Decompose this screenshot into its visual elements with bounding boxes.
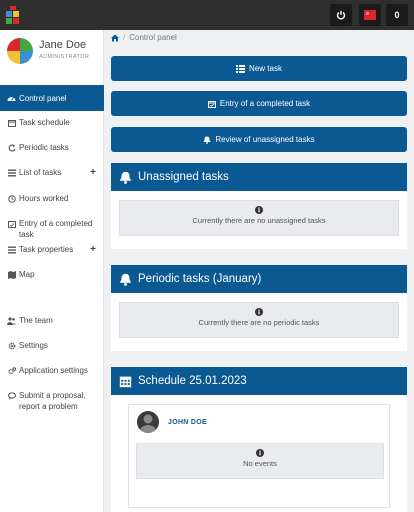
sidebar-item-map[interactable]: Map [0, 269, 104, 280]
review-unassigned-tasks-button[interactable]: Review of unassigned tasks [111, 127, 407, 152]
info-icon [255, 308, 263, 316]
sidebar-item-entry-completed-task[interactable]: Entry of a completed task [0, 218, 100, 240]
user-role: ADMINISTRATOR [39, 54, 90, 60]
sidebar-item-the-team[interactable]: The team [0, 315, 104, 326]
entry-completed-task-button[interactable]: Entry of a completed task [111, 91, 407, 116]
new-task-button[interactable]: New task [111, 56, 407, 81]
refresh-icon [7, 143, 16, 152]
list-icon [7, 245, 16, 254]
bell-icon [119, 171, 132, 184]
info-icon [255, 206, 263, 214]
expand-icon[interactable]: + [90, 244, 96, 255]
panel-title: Unassigned tasks [138, 171, 229, 183]
list-icon [7, 168, 16, 177]
sidebar-item-application-settings[interactable]: Application settings [0, 365, 104, 376]
sidebar-item-task-properties[interactable]: Task properties + [0, 244, 104, 255]
sidebar-item-task-schedule[interactable]: Task schedule [0, 117, 104, 128]
notification-count: 0 [394, 10, 400, 20]
info-icon [256, 449, 264, 457]
top-bar: 0 [0, 0, 414, 30]
clock-icon [7, 194, 16, 203]
panel-header: Unassigned tasks [111, 163, 407, 191]
unassigned-tasks-panel: Unassigned tasks Currently there are no … [111, 163, 407, 249]
language-button[interactable] [359, 4, 381, 26]
bell-icon [203, 136, 211, 144]
bell-icon [119, 273, 132, 286]
user-avatar-icon [7, 38, 33, 64]
dashboard-icon [7, 94, 16, 103]
sidebar-item-hours-worked[interactable]: Hours worked [0, 193, 104, 204]
power-icon [336, 10, 346, 20]
sidebar-item-control-panel[interactable]: Control panel [0, 85, 104, 111]
breadcrumb: / Control panel [111, 33, 177, 42]
schedule-panel: Schedule 25.01.2023 JOHN DOE No events [111, 367, 407, 512]
map-icon [7, 270, 16, 279]
logout-button[interactable] [330, 4, 352, 26]
gear-icon [7, 341, 16, 350]
expand-icon[interactable]: + [90, 167, 96, 178]
app-logo-icon[interactable] [6, 6, 20, 24]
breadcrumb-separator: / [123, 33, 126, 42]
list-icon [236, 64, 246, 73]
team-icon [7, 316, 16, 325]
person-name[interactable]: JOHN DOE [168, 419, 207, 426]
sidebar-item-list-of-tasks[interactable]: List of tasks + [0, 167, 104, 178]
panel-title: Schedule 25.01.2023 [138, 375, 247, 387]
panel-header: Schedule 25.01.2023 [111, 367, 407, 395]
empty-notice: No events [136, 443, 384, 479]
notifications-button[interactable]: 0 [386, 4, 408, 26]
gears-icon [7, 366, 16, 375]
person-schedule-card: JOHN DOE No events [128, 404, 390, 508]
panel-header: Periodic tasks (January) [111, 265, 407, 293]
empty-notice: Currently there are no periodic tasks [119, 302, 399, 338]
sidebar-item-submit-proposal[interactable]: Submit a proposal, report a problem [0, 390, 98, 412]
panel-title: Periodic tasks (January) [138, 273, 262, 285]
flag-icon [364, 10, 376, 20]
calendar-icon [119, 375, 132, 388]
calendar-icon [7, 118, 16, 127]
periodic-tasks-panel: Periodic tasks (January) Currently there… [111, 265, 407, 351]
sidebar-item-settings[interactable]: Settings [0, 340, 104, 351]
breadcrumb-current: Control panel [129, 33, 177, 42]
sidebar-item-periodic-tasks[interactable]: Periodic tasks [0, 142, 104, 153]
user-profile: Jane Doe ADMINISTRATOR [0, 30, 104, 78]
empty-notice: Currently there are no unassigned tasks [119, 200, 399, 236]
person-avatar-icon [137, 411, 159, 433]
home-icon[interactable] [111, 34, 119, 42]
user-name: Jane Doe [39, 39, 87, 51]
calendar-check-icon [207, 100, 216, 108]
sidebar: Jane Doe ADMINISTRATOR Control panel Tas… [0, 30, 104, 512]
